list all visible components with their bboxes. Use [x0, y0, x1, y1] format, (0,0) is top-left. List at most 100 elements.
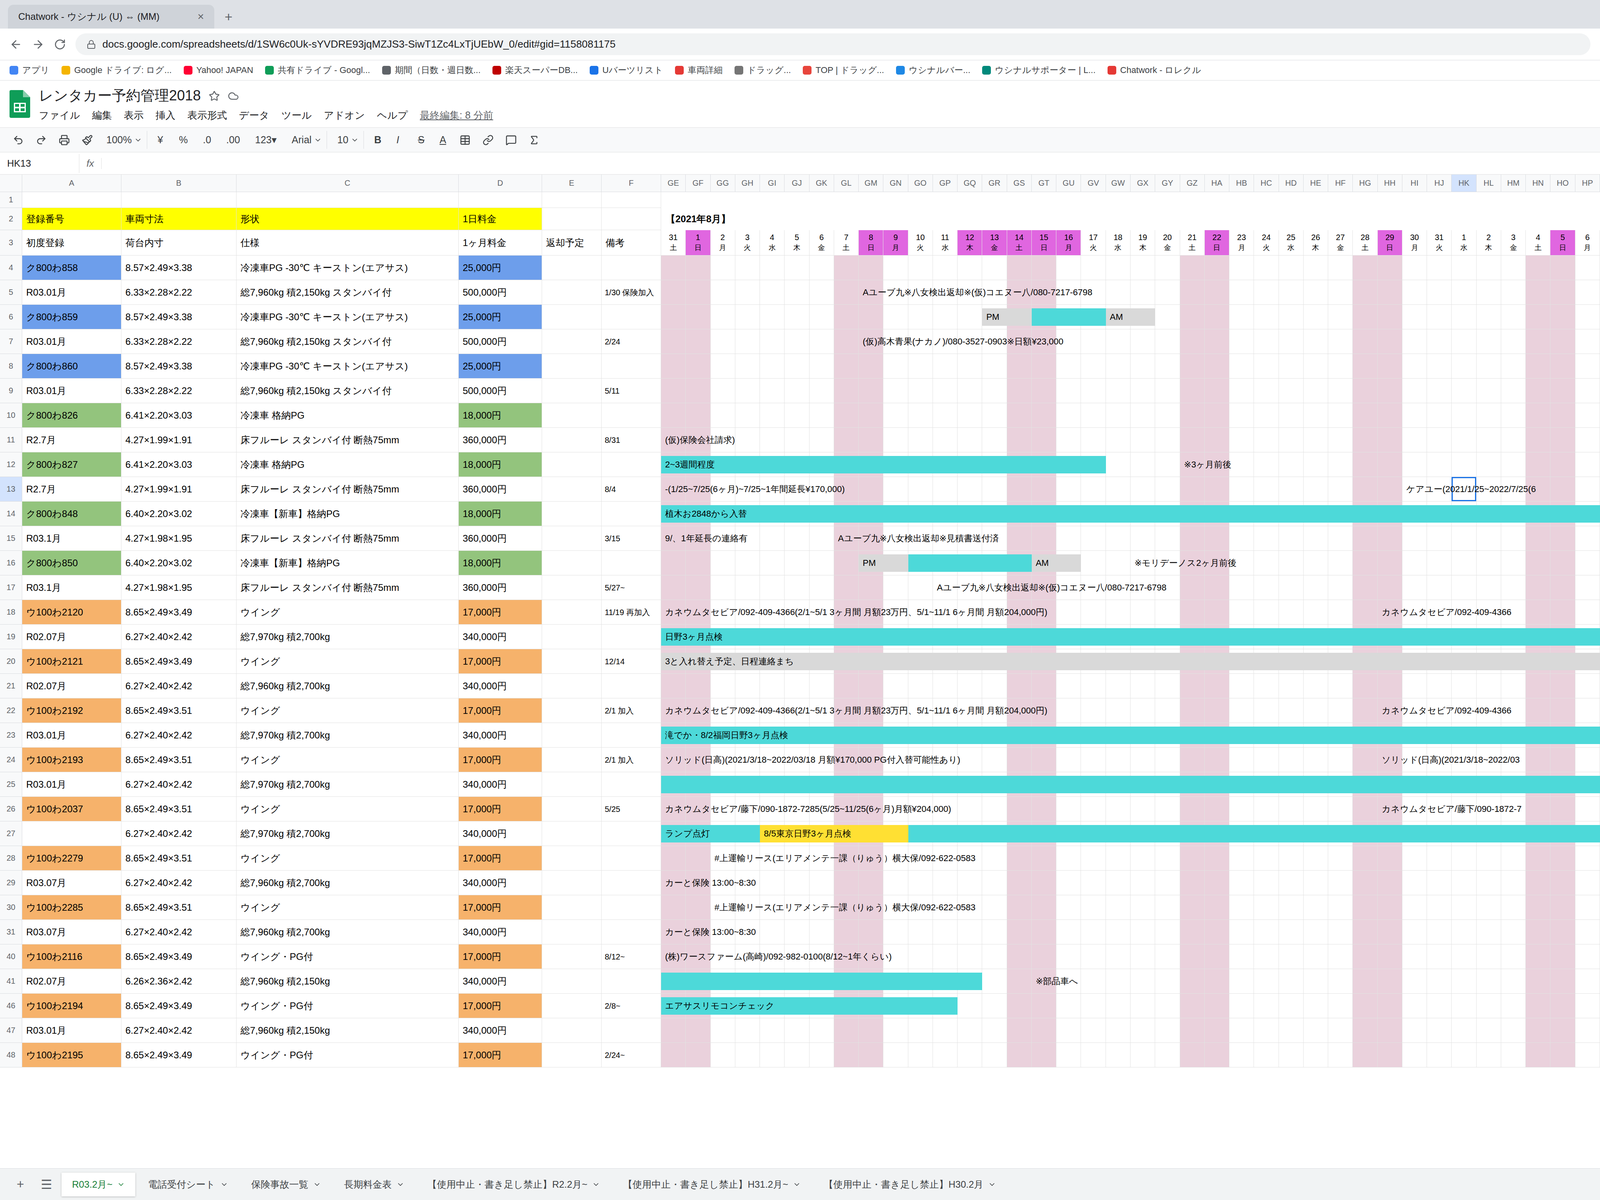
day-header[interactable]: 3金 — [1501, 230, 1526, 256]
day-cell[interactable] — [735, 1018, 760, 1043]
spec-cell[interactable]: 総7,970kg 積2,700kg — [236, 772, 459, 797]
day-cell[interactable] — [1155, 600, 1180, 625]
day-cell[interactable] — [784, 673, 810, 699]
column-header[interactable]: GP — [932, 174, 958, 193]
size-cell[interactable]: 6.27×2.40×2.42 — [121, 919, 237, 945]
return-cell[interactable] — [542, 476, 602, 502]
day-cell[interactable] — [1130, 698, 1156, 724]
day-cell[interactable] — [1550, 919, 1575, 945]
day-cell[interactable] — [1501, 944, 1526, 970]
day-cell[interactable] — [1155, 526, 1180, 551]
header-cell[interactable] — [121, 192, 237, 208]
column-header[interactable]: GQ — [957, 174, 983, 193]
day-cell[interactable] — [1303, 673, 1329, 699]
day-cell[interactable] — [1056, 476, 1081, 502]
day-cell[interactable] — [710, 353, 736, 379]
day-cell[interactable] — [1204, 304, 1230, 330]
rate-cell[interactable]: 340,000円 — [458, 673, 543, 699]
day-cell[interactable] — [1451, 993, 1477, 1019]
day-cell[interactable] — [1303, 993, 1329, 1019]
column-header[interactable]: HG — [1352, 174, 1378, 193]
day-cell[interactable] — [1253, 1018, 1279, 1043]
day-cell[interactable] — [1253, 550, 1279, 576]
day-cell[interactable] — [1080, 944, 1106, 970]
day-cell[interactable] — [1426, 944, 1452, 970]
day-cell[interactable] — [1451, 673, 1477, 699]
day-cell[interactable] — [1525, 353, 1551, 379]
spec-cell[interactable]: ウイング — [236, 698, 459, 724]
day-cell[interactable] — [1303, 870, 1329, 896]
row-number[interactable]: 29 — [0, 870, 23, 896]
day-cell[interactable] — [1303, 550, 1329, 576]
day-cell[interactable] — [735, 403, 760, 428]
name-box[interactable]: HK13 — [0, 153, 80, 174]
day-header[interactable]: 31土 — [661, 230, 686, 256]
day-cell[interactable] — [1278, 452, 1304, 477]
spec-cell[interactable]: 床フルーレ スタンバイ付 断熱75mm — [236, 575, 459, 600]
day-cell[interactable] — [1377, 329, 1403, 354]
day-cell[interactable] — [1550, 304, 1575, 330]
day-cell[interactable] — [1501, 575, 1526, 600]
day-cell[interactable] — [1056, 403, 1081, 428]
booking-bar[interactable]: #上運輸リース(エリアメンテ一課（りゅう）横大保/092-622-0583 — [710, 898, 1255, 917]
rate-cell[interactable]: 360,000円 — [458, 427, 543, 453]
day-cell[interactable] — [710, 255, 736, 281]
day-cell[interactable] — [759, 403, 785, 428]
plate-cell[interactable]: R02.07月 — [22, 969, 122, 994]
toolbar-button[interactable]: Arial — [286, 130, 327, 149]
day-cell[interactable] — [1130, 969, 1156, 994]
day-cell[interactable] — [1007, 846, 1032, 871]
toolbar-button[interactable]: .0 — [198, 130, 216, 149]
day-cell[interactable] — [1155, 280, 1180, 305]
rate-cell[interactable]: 340,000円 — [458, 624, 543, 650]
day-header[interactable]: 10火 — [908, 230, 933, 256]
day-cell[interactable] — [661, 1042, 686, 1068]
day-header[interactable]: 4水 — [759, 230, 785, 256]
column-header[interactable]: HB — [1229, 174, 1254, 193]
day-cell[interactable] — [1278, 698, 1304, 724]
plate-cell[interactable]: ウ100わ2285 — [22, 895, 122, 920]
day-cell[interactable] — [1501, 993, 1526, 1019]
day-cell[interactable] — [908, 403, 933, 428]
plate-cell[interactable]: ク800わ858 — [22, 255, 122, 281]
corner-cell[interactable] — [0, 174, 23, 193]
day-cell[interactable] — [932, 353, 958, 379]
spec-cell[interactable]: 総7,960kg 積2,150kg — [236, 1018, 459, 1043]
plate-cell[interactable]: ウ100わ2120 — [22, 600, 122, 625]
day-cell[interactable] — [1328, 1018, 1353, 1043]
day-cell[interactable] — [908, 378, 933, 404]
row-number[interactable]: 2 — [0, 207, 23, 231]
note-cell[interactable]: 11/19 再加入 — [601, 600, 662, 625]
return-cell[interactable] — [542, 600, 602, 625]
day-cell[interactable] — [1056, 255, 1081, 281]
row-number[interactable]: 25 — [0, 772, 23, 797]
day-cell[interactable] — [1253, 895, 1279, 920]
day-cell[interactable] — [858, 427, 884, 453]
day-cell[interactable] — [1204, 993, 1230, 1019]
day-cell[interactable] — [1229, 600, 1254, 625]
plate-cell[interactable]: ウ100わ2193 — [22, 747, 122, 773]
booking-bar[interactable]: PM — [982, 308, 1032, 326]
day-cell[interactable] — [1229, 403, 1254, 428]
day-cell[interactable] — [834, 673, 859, 699]
day-cell[interactable] — [661, 304, 686, 330]
sheet-menu-icon[interactable] — [792, 1180, 801, 1189]
row-number[interactable]: 31 — [0, 919, 23, 945]
note-cell[interactable]: 1/30 保険加入 — [601, 280, 662, 305]
day-cell[interactable] — [759, 673, 785, 699]
day-cell[interactable] — [661, 403, 686, 428]
day-cell[interactable] — [1525, 993, 1551, 1019]
day-cell[interactable] — [1105, 329, 1131, 354]
day-cell[interactable] — [1501, 329, 1526, 354]
rate-cell[interactable]: 500,000円 — [458, 280, 543, 305]
day-cell[interactable] — [1451, 526, 1477, 551]
spec-cell[interactable]: 総7,970kg 積2,700kg — [236, 723, 459, 748]
day-header[interactable]: 7土 — [834, 230, 859, 256]
day-cell[interactable] — [1204, 673, 1230, 699]
day-cell[interactable] — [735, 378, 760, 404]
day-cell[interactable] — [1080, 747, 1106, 773]
spec-cell[interactable]: 総7,960kg 積2,150kg — [236, 969, 459, 994]
day-cell[interactable] — [1180, 476, 1205, 502]
day-cell[interactable] — [1328, 280, 1353, 305]
booking-bar[interactable]: Aユーブ九※八女検出返却※(仮)コエヌー八/080-7217-6798 — [932, 578, 1378, 597]
